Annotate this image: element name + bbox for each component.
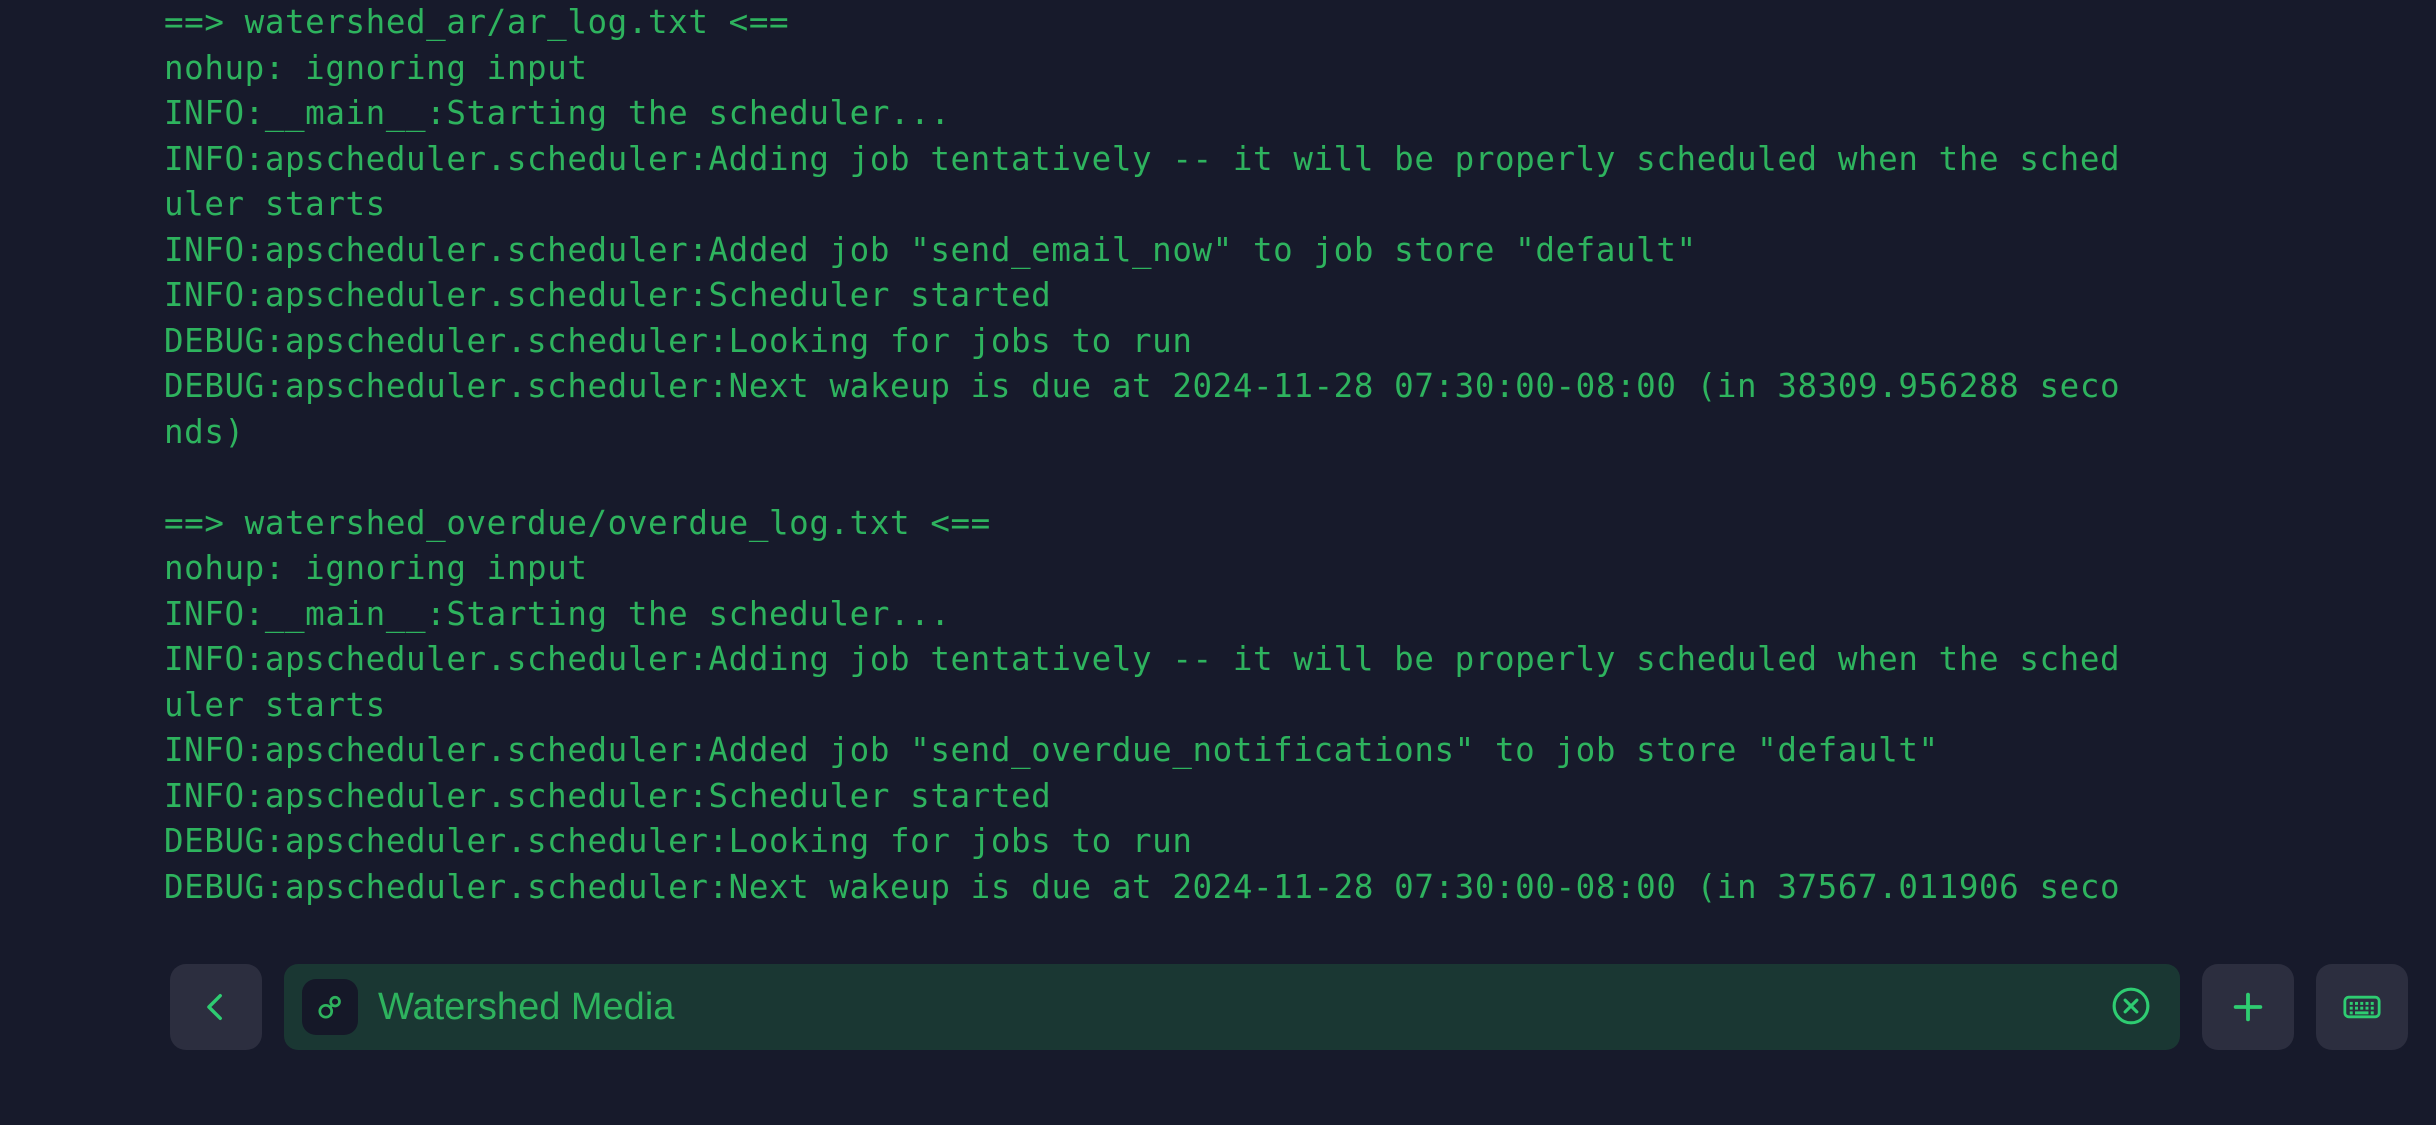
terminal-line: DEBUG:apscheduler.scheduler:Next wakeup … bbox=[164, 867, 2121, 906]
active-session-field[interactable]: Watershed Media bbox=[284, 964, 2180, 1050]
terminal-line: ==> watershed_ar/ar_log.txt <== bbox=[164, 3, 790, 41]
terminal-line: INFO:__main__:Starting the scheduler... bbox=[164, 594, 951, 633]
back-button[interactable] bbox=[170, 964, 262, 1050]
terminal-line: nohup: ignoring input bbox=[164, 549, 588, 587]
terminal-line: DEBUG:apscheduler.scheduler:Next wakeup … bbox=[164, 367, 2121, 405]
chevron-left-icon bbox=[199, 990, 233, 1024]
terminal-line: INFO:apscheduler.scheduler:Adding job te… bbox=[164, 139, 2121, 178]
terminal-line: INFO:apscheduler.scheduler:Scheduler sta… bbox=[164, 776, 1052, 815]
close-session-button[interactable] bbox=[2108, 984, 2154, 1030]
terminal-line: ==> watershed_overdue/overdue_log.txt <=… bbox=[164, 503, 991, 542]
close-circle-icon bbox=[2109, 984, 2153, 1031]
terminal-line: uler starts bbox=[164, 685, 386, 724]
keyboard-icon bbox=[2341, 986, 2383, 1028]
terminal-line: INFO:apscheduler.scheduler:Added job "se… bbox=[164, 230, 1697, 269]
plus-icon bbox=[2228, 987, 2268, 1027]
terminal-line: DEBUG:apscheduler.scheduler:Looking for … bbox=[164, 822, 1193, 860]
terminal-line: nds) bbox=[164, 412, 245, 451]
session-toolbar: Watershed Media bbox=[0, 945, 2436, 1125]
session-name-label: Watershed Media bbox=[378, 988, 675, 1026]
new-session-button[interactable] bbox=[2202, 964, 2294, 1050]
terminal-line: INFO:apscheduler.scheduler:Added job "se… bbox=[164, 731, 1939, 769]
keyboard-toggle-button[interactable] bbox=[2316, 964, 2408, 1050]
terminal-line: DEBUG:apscheduler.scheduler:Looking for … bbox=[164, 321, 1193, 360]
terminal-line: INFO:__main__:Starting the scheduler... bbox=[164, 94, 951, 132]
terminal-line: uler starts bbox=[164, 185, 386, 223]
terminal-line: INFO:apscheduler.scheduler:Scheduler sta… bbox=[164, 276, 1052, 314]
terminal-line: INFO:apscheduler.scheduler:Adding job te… bbox=[164, 640, 2121, 678]
terminal-output[interactable]: ==> watershed_ar/ar_log.txt <== nohup: ig… bbox=[0, 0, 2436, 945]
link-session-icon bbox=[302, 979, 358, 1035]
terminal-line: nohup: ignoring input bbox=[164, 48, 588, 87]
terminal-app-window: ==> watershed_ar/ar_log.txt <== nohup: ig… bbox=[0, 0, 2436, 1125]
